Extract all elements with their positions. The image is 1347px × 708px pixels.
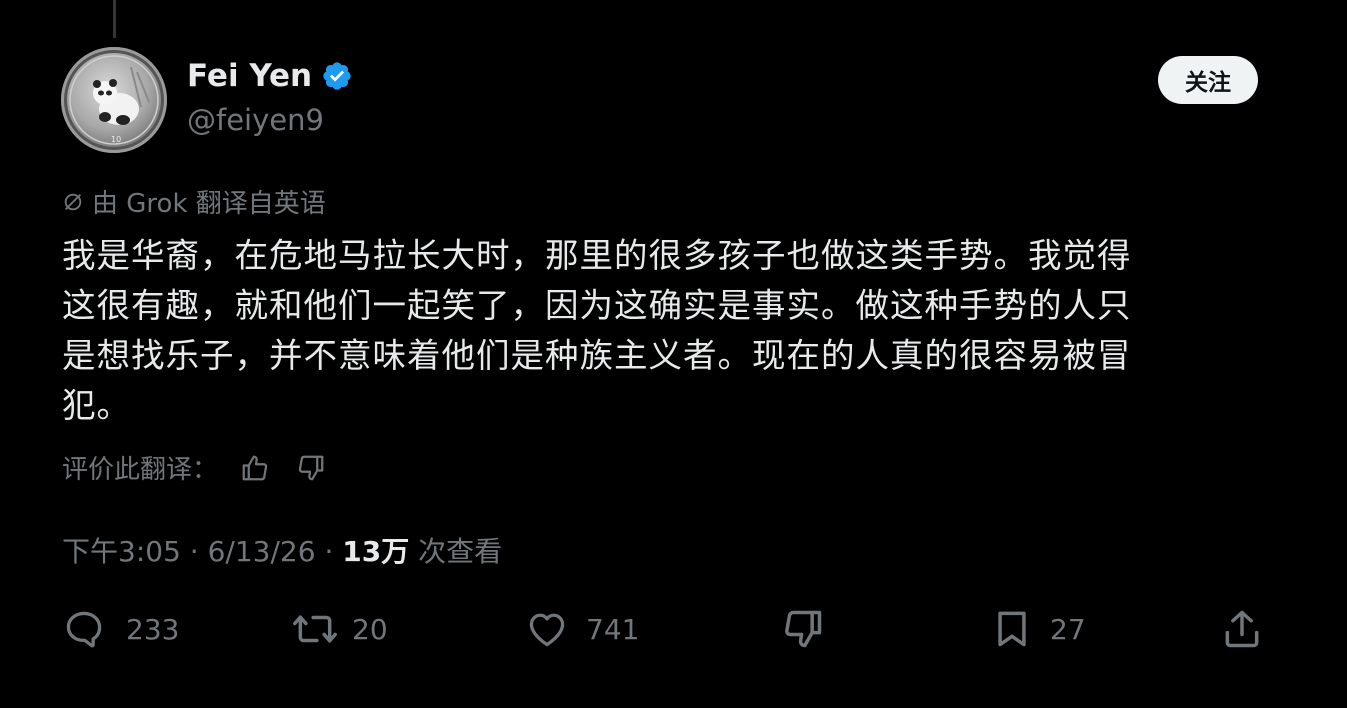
thumbs-down-icon xyxy=(785,610,822,648)
repost-count: 20 xyxy=(352,612,388,646)
thread-connector-line xyxy=(113,0,116,38)
reply-icon xyxy=(66,611,102,648)
repost-icon xyxy=(293,615,337,643)
reply-button[interactable]: 233 xyxy=(62,604,179,654)
author-name[interactable]: Fei Yen xyxy=(187,58,312,94)
bookmark-button[interactable]: 27 xyxy=(990,604,1086,654)
meta-separator: · xyxy=(324,535,343,568)
tweet-line: 我是华裔，在危地马拉长大时，那里的很多孩子也做这类手势。我觉得 xyxy=(62,236,1132,275)
tweet-time[interactable]: 下午3:05 xyxy=(62,535,181,568)
verified-badge-icon xyxy=(323,62,351,90)
share-icon xyxy=(1225,610,1259,648)
tweet-line: 是想找乐子，并不意味着他们是种族主义者。现在的人真的很容易被冒 xyxy=(62,336,1132,375)
author-name-row[interactable]: Fei Yen xyxy=(187,58,353,94)
like-button[interactable]: 741 xyxy=(524,604,639,654)
downvote-button[interactable] xyxy=(780,604,826,654)
tweet-body: 我是华裔，在危地马拉长大时，那里的很多孩子也做这类手势。我觉得 这很有趣，就和他… xyxy=(62,231,1252,431)
panda-coin-icon: 10 xyxy=(69,55,159,145)
repost-button[interactable]: 20 xyxy=(290,604,388,654)
meta-separator: · xyxy=(189,535,208,568)
tweet-date[interactable]: 6/13/26 xyxy=(208,535,316,568)
grok-icon xyxy=(64,193,82,210)
translation-note: 由 Grok 翻译自英语 xyxy=(62,183,326,220)
bookmark-icon xyxy=(998,611,1026,647)
bookmark-count: 27 xyxy=(1050,612,1086,646)
like-count: 741 xyxy=(586,612,640,646)
share-button[interactable] xyxy=(1220,604,1264,654)
thumbs-up-icon[interactable] xyxy=(240,453,270,483)
follow-button[interactable]: 关注 xyxy=(1158,56,1258,104)
tweet-line: 犯。 xyxy=(62,386,131,425)
author-handle[interactable]: @feiyen9 xyxy=(187,103,324,137)
view-count-label: 次查看 xyxy=(418,535,503,568)
tweet-line: 这很有趣，就和他们一起笑了，因为这确实是事实。做这种手势的人只 xyxy=(62,286,1132,325)
tweet-meta: 下午3:05 · 6/13/26 · 13万 次查看 xyxy=(62,530,502,570)
avatar[interactable]: 10 xyxy=(61,47,167,153)
heart-icon xyxy=(529,613,565,647)
action-bar: 233 20 741 27 xyxy=(62,604,1262,654)
thumbs-down-icon[interactable] xyxy=(296,453,326,483)
translation-note-text: 由 Grok 翻译自英语 xyxy=(92,189,326,219)
rate-translation: 评价此翻译： xyxy=(62,449,326,486)
reply-count: 233 xyxy=(126,612,180,646)
view-count: 13万 xyxy=(342,535,410,568)
rate-translation-label: 评价此翻译： xyxy=(62,455,219,485)
svg-text:10: 10 xyxy=(111,135,121,144)
